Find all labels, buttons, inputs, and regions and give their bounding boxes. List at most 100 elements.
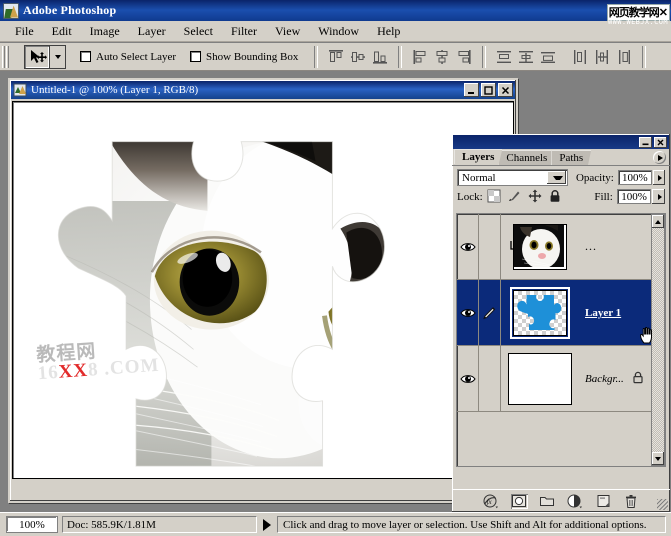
menu-view[interactable]: View: [266, 22, 309, 41]
delete-layer-button[interactable]: [623, 494, 640, 509]
layer-thumbnail-cell[interactable]: [501, 286, 652, 343]
blend-mode-select[interactable]: Normal: [457, 169, 568, 186]
distribute-horizontal-centers-icon[interactable]: [592, 46, 613, 67]
layer-name[interactable]: Backgr...: [579, 373, 624, 385]
cat-nose: [322, 385, 368, 429]
new-layer-button[interactable]: [595, 494, 612, 509]
layer-thumbnail-cell[interactable]: [501, 352, 579, 405]
align-vertical-centers-icon[interactable]: [348, 46, 369, 67]
distribute-top-edges-icon[interactable]: [494, 46, 515, 67]
palette-titlebar[interactable]: [453, 135, 669, 149]
palette-menu-icon[interactable]: [653, 151, 666, 164]
checkbox-box[interactable]: [80, 51, 91, 62]
distribute-buttons-group-2: [569, 46, 635, 67]
menu-file[interactable]: File: [6, 22, 43, 41]
tab-channels[interactable]: Channels: [498, 150, 556, 165]
auto-select-layer-label: Auto Select Layer: [96, 50, 177, 63]
chevron-down-icon: [54, 54, 61, 59]
document-size-info[interactable]: Doc: 585.9K/1.81M: [62, 516, 257, 533]
distribute-buttons-group: [493, 46, 559, 67]
distribute-vertical-centers-icon[interactable]: [516, 46, 537, 67]
layer-link-toggle[interactable]: [479, 346, 501, 411]
options-separator-end: [642, 45, 647, 68]
lock-all-icon[interactable]: [548, 189, 562, 204]
table-row[interactable]: Backgr...: [457, 346, 665, 412]
align-left-edges-icon[interactable]: [410, 46, 431, 67]
opacity-slider-arrow-icon[interactable]: [652, 170, 666, 185]
chevron-down-icon[interactable]: [546, 171, 566, 184]
layer-thumbnail[interactable]: [510, 286, 570, 339]
menu-edit[interactable]: Edit: [43, 22, 81, 41]
distribute-left-edges-icon[interactable]: [570, 46, 591, 67]
new-group-button[interactable]: [539, 494, 556, 509]
fill-input[interactable]: 100%: [616, 189, 652, 204]
scroll-down-button[interactable]: [652, 452, 664, 465]
blend-opacity-row: Normal Opacity: 100%: [452, 166, 670, 189]
distribute-right-edges-icon[interactable]: [614, 46, 635, 67]
layer-thumbnail[interactable]: [508, 352, 572, 405]
fill-slider-arrow-icon[interactable]: [652, 189, 665, 204]
menu-filter[interactable]: Filter: [222, 22, 266, 41]
eye-icon: [459, 374, 476, 383]
move-tool-icon[interactable]: [24, 44, 50, 69]
zoom-level-input[interactable]: 100%: [6, 516, 58, 533]
menu-help[interactable]: Help: [368, 22, 409, 41]
tab-paths[interactable]: Paths: [551, 150, 592, 165]
menu-window[interactable]: Window: [309, 22, 368, 41]
align-horizontal-centers-icon[interactable]: [432, 46, 453, 67]
document-window-buttons: [462, 83, 513, 97]
maximize-button[interactable]: [481, 83, 496, 97]
lock-transparent-pixels-icon[interactable]: [487, 189, 501, 204]
lock-position-icon[interactable]: [528, 189, 542, 204]
eye-icon: [459, 242, 476, 251]
new-adjustment-layer-button[interactable]: [567, 494, 584, 509]
scroll-up-button[interactable]: [652, 215, 664, 228]
lock-badge-icon: [632, 371, 644, 387]
status-menu-arrow-icon[interactable]: [263, 518, 271, 531]
close-button[interactable]: [498, 83, 513, 97]
app-titlebar: Adobe Photoshop: [0, 0, 671, 21]
tab-layers[interactable]: Layers: [454, 149, 503, 165]
menu-image[interactable]: Image: [81, 22, 129, 41]
lock-image-pixels-icon[interactable]: [507, 189, 521, 204]
layer-name[interactable]: Layer 1: [579, 307, 621, 319]
layer-visibility-toggle[interactable]: [457, 346, 479, 411]
layer-thumbnail-cell[interactable]: [501, 223, 579, 270]
layer-style-button[interactable]: fx: [483, 494, 500, 509]
layer-thumbnail[interactable]: [513, 223, 567, 270]
palette-minimize-button[interactable]: [639, 136, 652, 148]
layer-name[interactable]: ...: [579, 239, 597, 254]
watermark-url: WWW.WEBJX.COM: [608, 18, 668, 26]
puzzle-piece-artwork: [57, 141, 385, 467]
minimize-button[interactable]: [464, 83, 479, 97]
layer-edit-indicator[interactable]: [479, 280, 501, 345]
table-row[interactable]: ...: [457, 214, 665, 280]
palette-resize-grip[interactable]: [657, 499, 668, 510]
lock-fill-row: Lock: Fill: 100%: [452, 189, 670, 207]
distribute-bottom-edges-icon[interactable]: [538, 46, 559, 67]
menu-select[interactable]: Select: [175, 22, 222, 41]
checkbox-box[interactable]: [190, 51, 202, 62]
layer-visibility-toggle[interactable]: [457, 214, 479, 279]
align-right-edges-icon[interactable]: [454, 46, 475, 67]
align-top-edges-icon[interactable]: [326, 46, 347, 67]
layer-link-toggle[interactable]: [479, 214, 501, 279]
document-titlebar[interactable]: Untitled-1 @ 100% (Layer 1, RGB/8): [11, 81, 515, 99]
layer-visibility-toggle[interactable]: [457, 280, 479, 345]
opacity-input[interactable]: 100%: [617, 170, 652, 185]
show-bounding-box-checkbox[interactable]: Show Bounding Box: [190, 51, 298, 63]
layers-list[interactable]: ... Layer 1 Backgr...: [456, 213, 666, 467]
svg-text:fx: fx: [487, 498, 493, 506]
canvas-area[interactable]: 教程网 16XX8 .COM: [12, 101, 514, 479]
table-row[interactable]: Layer 1: [457, 280, 665, 346]
add-layer-mask-button[interactable]: [510, 493, 528, 509]
auto-select-layer-checkbox[interactable]: Auto Select Layer: [80, 51, 176, 63]
palette-close-button[interactable]: [654, 136, 667, 148]
options-bar-grip[interactable]: [2, 45, 9, 68]
menu-layer[interactable]: Layer: [129, 22, 175, 41]
show-bounding-box-label: Show Bounding Box: [206, 50, 299, 63]
tool-preset-dropdown[interactable]: [50, 44, 66, 69]
site-watermark: 网页教学网 ✕ WWW.WEBJX.COM: [573, 0, 671, 28]
pencil-icon: [483, 306, 496, 319]
align-bottom-edges-icon[interactable]: [370, 46, 391, 67]
